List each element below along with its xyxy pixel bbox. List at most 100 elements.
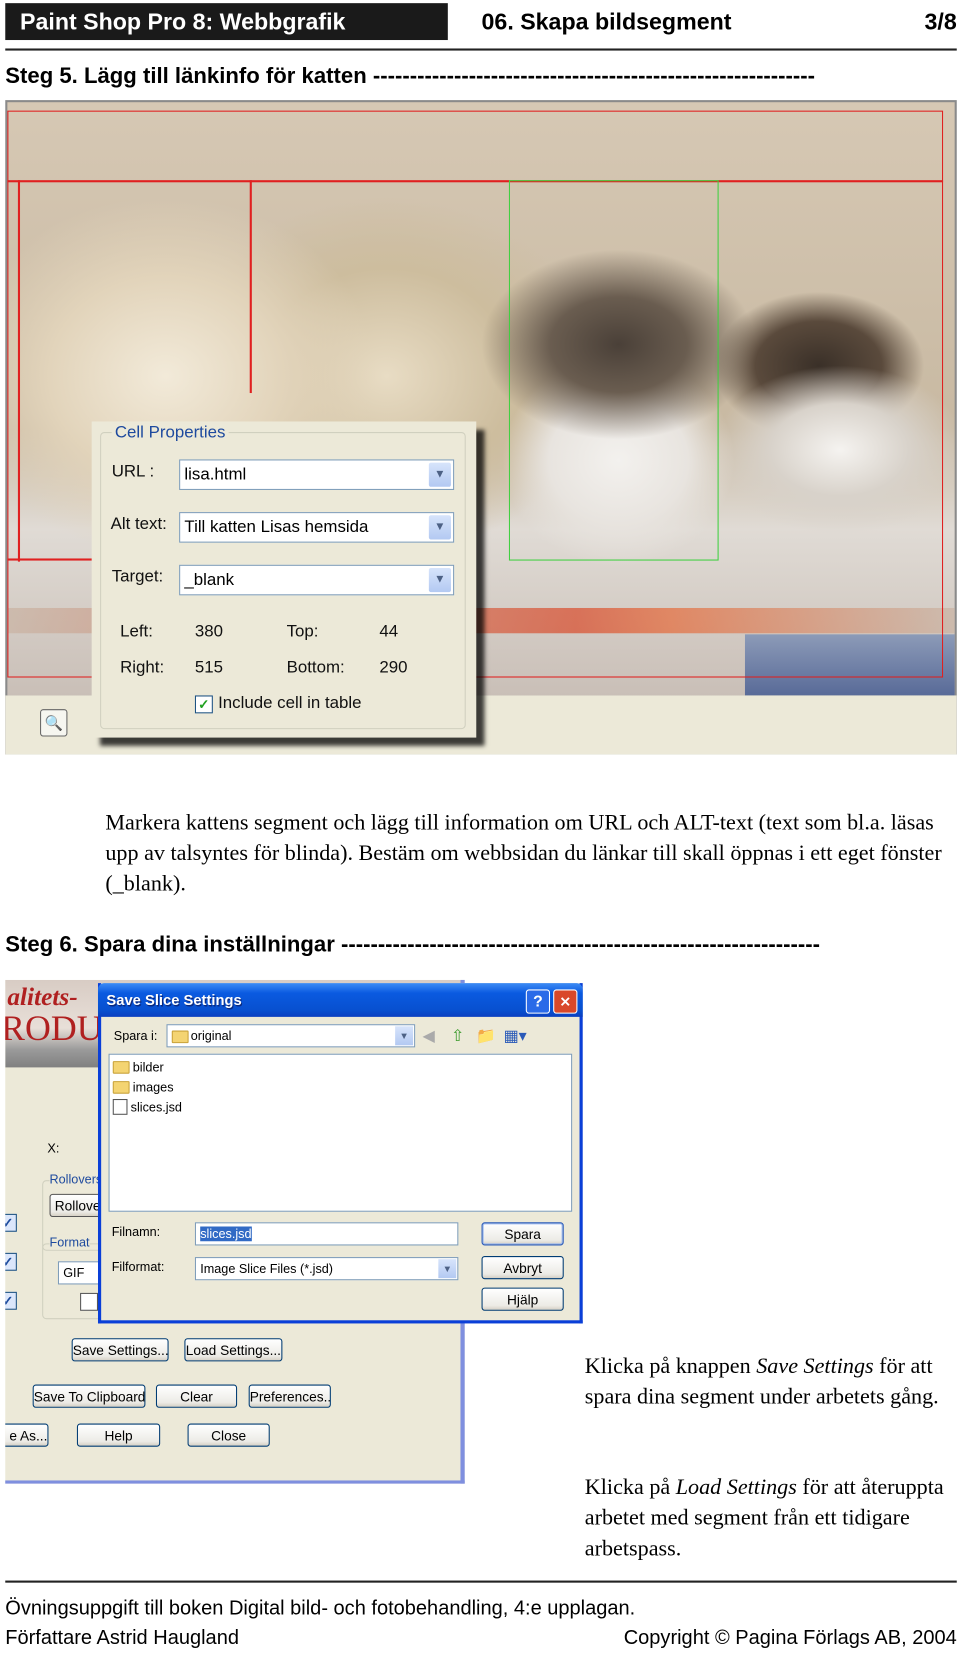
text: Klicka på knappen (584, 1352, 757, 1379)
cancel-button[interactable]: Avbryt (481, 1256, 564, 1280)
save-button[interactable]: Spara (481, 1222, 564, 1246)
step5-heading: Steg 5. Lägg till länkinfo för katten --… (5, 64, 938, 89)
text: Klicka på (584, 1474, 676, 1500)
top-label: Top: (286, 622, 319, 641)
header-rule (5, 48, 957, 51)
filename-input[interactable]: slices.jsd (194, 1222, 459, 1246)
close-icon[interactable]: ✕ (553, 989, 578, 1014)
filetype-value: Image Slice Files (*.jsd) (200, 1261, 334, 1277)
up-folder-icon[interactable]: ⇧ (451, 1026, 464, 1045)
save-slice-settings-dialog: Save Slice Settings ? ✕ Spara i: origina… (97, 983, 583, 1324)
cell-properties-legend: Cell Properties (111, 423, 229, 443)
load-settings-button[interactable]: Load Settings... (184, 1338, 283, 1362)
footer-copyright: Copyright © Pagina Förlags AB, 2004 (623, 1626, 957, 1650)
checkbox[interactable]: ✓ (5, 1252, 17, 1271)
target-value: _blank (184, 571, 235, 590)
slice-line-v2 (249, 180, 252, 394)
left-value: 380 (194, 622, 224, 641)
document-page: Paint Shop Pro 8: Webbgrafik 06. Skapa b… (0, 0, 960, 1652)
new-folder-icon[interactable]: 📁 (476, 1026, 496, 1045)
file-name: images (132, 1080, 174, 1095)
help-icon[interactable]: ? (525, 989, 551, 1014)
alt-text-label: Alt text: (110, 515, 167, 534)
help-button[interactable]: Help (76, 1423, 161, 1447)
chevron-down-icon[interactable]: ▼ (428, 515, 451, 540)
target-combo[interactable]: _blank ▼ (179, 564, 455, 596)
step6-heading: Steg 6. Spara dina inställningar -------… (5, 933, 938, 958)
list-item[interactable]: bilder (112, 1060, 164, 1075)
folder-icon (112, 1081, 130, 1094)
save-settings-emphasis: Save Settings (756, 1352, 874, 1379)
bottom-label: Bottom: (286, 658, 345, 677)
save-settings-button[interactable]: Save Settings... (71, 1338, 169, 1362)
step5-paragraph: Markera kattens segment och lägg till in… (105, 809, 942, 896)
x-label: X: (47, 1141, 60, 1156)
filetype-label: Filformat: (111, 1259, 165, 1274)
right-label: Right: (120, 658, 165, 677)
save-in-combo[interactable]: original ▼ (166, 1024, 416, 1048)
page-number: 3/8 (924, 8, 957, 35)
step5-dashes: ----------------------------------------… (372, 64, 816, 89)
dialog-title: Save Slice Settings (106, 991, 242, 1009)
checkbox[interactable]: ✓ (5, 1291, 17, 1310)
zoom-icon[interactable]: 🔍 (40, 709, 68, 737)
dialog-help-button[interactable]: Hjälp (481, 1287, 564, 1311)
filename-value: slices.jsd (200, 1226, 252, 1242)
step6-dashes: ----------------------------------------… (340, 932, 820, 957)
format-legend: Format (49, 1234, 90, 1250)
photo-text: RODU (5, 1009, 103, 1049)
step6-paragraph-save: Klicka på knappen Save Settings för att … (585, 1351, 960, 1412)
right-value: 515 (194, 658, 224, 677)
file-name: bilder (132, 1060, 164, 1075)
chevron-down-icon[interactable]: ▼ (428, 462, 451, 487)
cell-properties-panel: Cell Properties URL : lisa.html ▼ Alt tex… (91, 421, 477, 738)
load-settings-emphasis: Load Settings (675, 1474, 797, 1500)
left-label: Left: (120, 622, 153, 641)
cell-properties-group: Cell Properties URL : lisa.html ▼ Alt tex… (100, 423, 466, 730)
footer-author: Författare Astrid Haugland (5, 1626, 239, 1650)
include-cell-label: Include cell in table (218, 694, 362, 713)
save-in-value: original (190, 1028, 232, 1044)
file-name: slices.jsd (130, 1099, 182, 1115)
save-as-button[interactable]: e As... (5, 1423, 49, 1447)
footer-rule (5, 1580, 957, 1583)
chevron-down-icon[interactable]: ▼ (428, 567, 451, 593)
save-to-clipboard-button[interactable]: Save To Clipboard... (32, 1384, 146, 1408)
filetype-combo[interactable]: Image Slice Files (*.jsd) ▼ (194, 1257, 459, 1281)
folder-icon (171, 1030, 189, 1044)
format-checkbox[interactable] (80, 1292, 98, 1311)
url-label: URL : (111, 462, 155, 481)
file-list[interactable]: bilder images slices.jsd (108, 1053, 573, 1212)
chapter-title: 06. Skapa bildsegment (481, 8, 732, 35)
slice-line-h (7, 180, 944, 183)
target-label: Target: (111, 567, 164, 586)
bottom-value: 290 (379, 658, 408, 677)
list-item[interactable]: images (112, 1080, 174, 1095)
list-item[interactable]: slices.jsd (112, 1099, 182, 1115)
footer-book: Övningsuppgift till boken Digital bild- … (5, 1597, 636, 1620)
step5-heading-text: Steg 5. Lägg till länkinfo för katten (5, 64, 367, 89)
selected-cat-slice[interactable] (508, 180, 719, 561)
chevron-down-icon[interactable]: ▼ (438, 1259, 457, 1279)
include-cell-checkbox[interactable]: ✓ (194, 695, 213, 714)
alt-text-combo[interactable]: Till katten Lisas hemsida ▼ (179, 512, 455, 543)
url-value: lisa.html (184, 465, 247, 484)
preferences-button[interactable]: Preferences... (248, 1384, 331, 1408)
slice-line-v1 (17, 180, 21, 562)
dialog-titlebar: Save Slice Settings ? ✕ (97, 983, 583, 1017)
save-in-label: Spara i: (113, 1028, 158, 1044)
step6-heading-text: Steg 6. Spara dina inställningar (5, 932, 335, 957)
photo-text: alitets- (7, 984, 78, 1012)
clear-button[interactable]: Clear (155, 1384, 238, 1408)
filename-label: Filnamn: (111, 1224, 161, 1240)
view-menu-icon[interactable]: ▦▾ (504, 1026, 527, 1045)
checkbox[interactable]: ✓ (5, 1213, 17, 1232)
course-title: Paint Shop Pro 8: Webbgrafik (5, 3, 448, 41)
folder-icon (112, 1061, 130, 1074)
close-button[interactable]: Close (187, 1423, 270, 1447)
rollovers-legend: Rollovers (49, 1171, 103, 1187)
back-icon[interactable]: ◀ (423, 1026, 435, 1045)
url-combo[interactable]: lisa.html ▼ (179, 459, 455, 490)
file-icon (112, 1099, 128, 1115)
chevron-down-icon[interactable]: ▼ (395, 1026, 414, 1046)
